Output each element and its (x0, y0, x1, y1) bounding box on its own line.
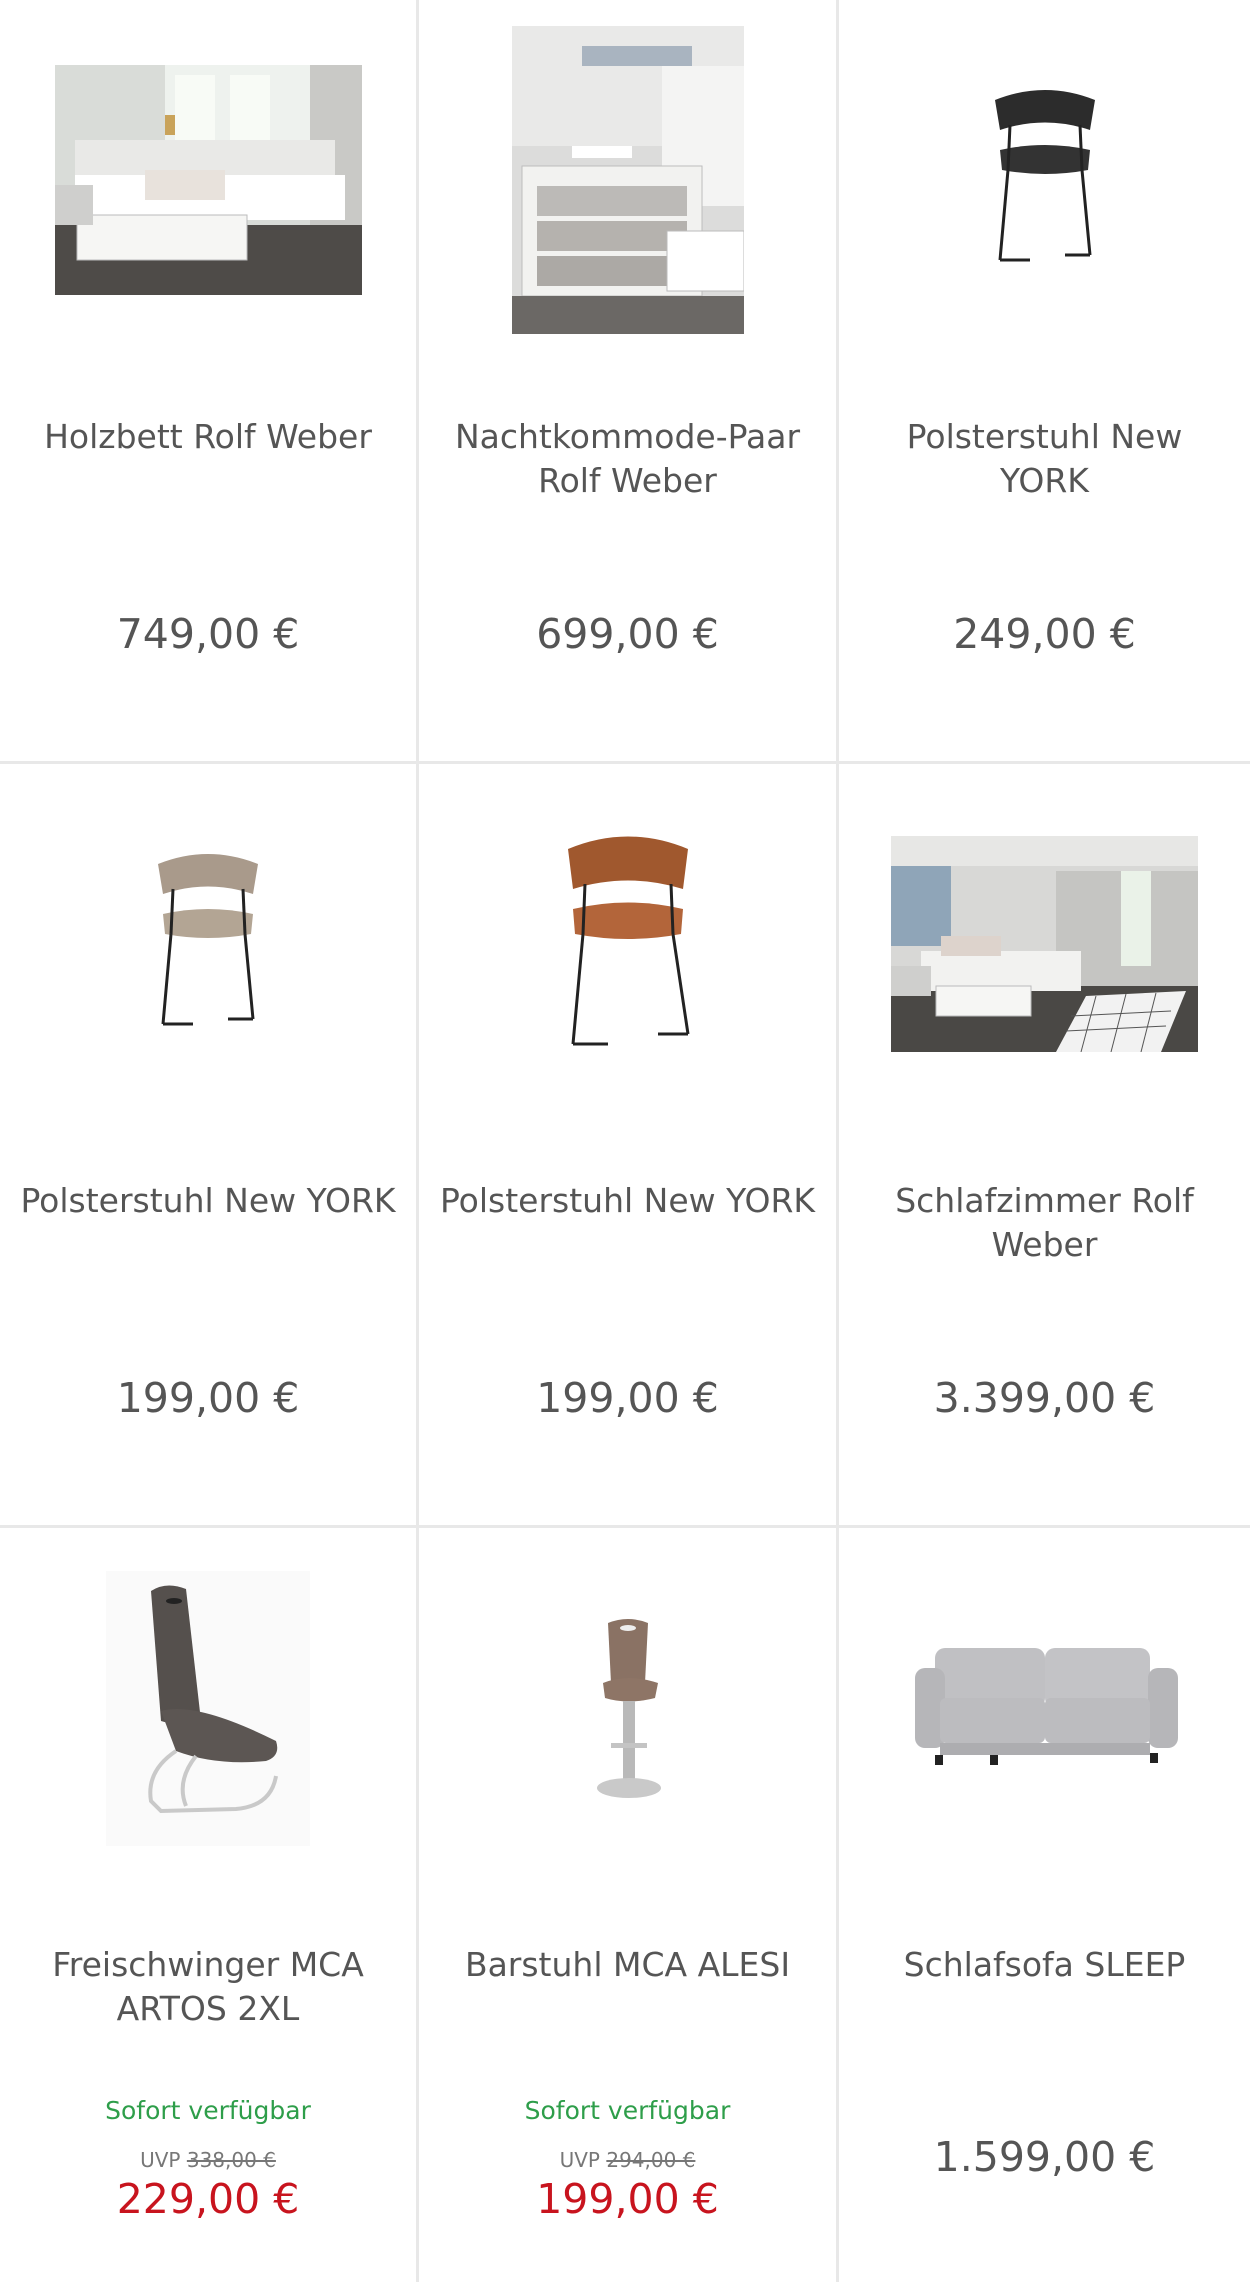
product-card[interactable]: Polsterstuhl New YORK 199,00 € (419, 764, 839, 1528)
product-price: 249,00 € (953, 610, 1136, 658)
beige-chair-photo[interactable] (133, 844, 283, 1044)
bedroom-photo[interactable] (891, 836, 1198, 1052)
product-image-container (839, 764, 1250, 1124)
product-card[interactable]: Polsterstuhl New YORK 199,00 € (0, 764, 419, 1528)
availability-status: Sofort verfügbar (105, 2096, 311, 2125)
product-image-container (839, 0, 1250, 360)
product-title[interactable]: Freischwinger MCA ARTOS 2XL (20, 1943, 396, 2031)
sale-price: 229,00 € (116, 2175, 300, 2223)
product-card[interactable]: Polsterstuhl New YORK 249,00 € (839, 0, 1250, 764)
product-title[interactable]: Nachtkommode-Paar Rolf Weber (439, 415, 816, 503)
product-card[interactable]: Schlafzimmer Rolf Weber 3.399,00 € (839, 764, 1250, 1528)
uvp-price: 294,00 € (606, 2148, 696, 2172)
product-price: 199,00 € (116, 1374, 300, 1422)
product-price: 699,00 € (536, 610, 719, 658)
product-card[interactable]: Freischwinger MCA ARTOS 2XL Sofort verfü… (0, 1528, 419, 2282)
product-image-container (839, 1528, 1250, 1888)
availability-status: Sofort verfügbar (524, 2096, 731, 2125)
product-card[interactable]: Schlafsofa SLEEP 1.599,00 € (839, 1528, 1250, 2282)
product-card[interactable]: Nachtkommode-Paar Rolf Weber 699,00 € (419, 0, 839, 764)
product-title[interactable]: Polsterstuhl New YORK (20, 1179, 396, 1223)
nightstand-photo[interactable] (511, 26, 744, 334)
product-title[interactable]: Schlafzimmer Rolf Weber (859, 1179, 1230, 1267)
product-grid: Holzbett Rolf Weber 749,00 € Nachtkommod… (0, 0, 1250, 2282)
uvp-price: 338,00 € (186, 2148, 276, 2172)
product-price: 199,00 € (536, 1374, 719, 1422)
black-chair-photo[interactable] (970, 80, 1120, 280)
product-image-container (0, 764, 416, 1124)
product-image-container (419, 1528, 836, 1888)
uvp-label: UVP (140, 2148, 181, 2172)
product-title[interactable]: Schlafsofa SLEEP (859, 1943, 1230, 1987)
product-price: 749,00 € (116, 610, 300, 658)
cognac-chair-photo[interactable] (543, 824, 713, 1064)
product-title[interactable]: Polsterstuhl New YORK (439, 1179, 816, 1223)
product-image-container (0, 0, 416, 360)
uvp-label: UVP (559, 2148, 600, 2172)
product-price: 1.599,00 € (933, 2133, 1156, 2181)
product-card[interactable]: Holzbett Rolf Weber 749,00 € (0, 0, 419, 764)
product-card[interactable]: Barstuhl MCA ALESI Sofort verfügbar UVP … (419, 1528, 839, 2282)
product-image-container (419, 764, 836, 1124)
product-image-container (419, 0, 836, 360)
sofa-photo[interactable] (910, 1638, 1180, 1778)
product-title[interactable]: Polsterstuhl New YORK (859, 415, 1230, 503)
cantilever-chair-photo[interactable] (106, 1570, 310, 1846)
bar-stool-photo[interactable] (573, 1603, 683, 1813)
product-price: 3.399,00 € (933, 1374, 1156, 1422)
product-image-container (0, 1528, 416, 1888)
uvp-row: UVP 338,00 € (0, 2148, 416, 2172)
uvp-row: UVP 294,00 € (419, 2148, 836, 2172)
product-title[interactable]: Holzbett Rolf Weber (20, 415, 396, 459)
bed-photo[interactable] (54, 65, 362, 295)
sale-price: 199,00 € (536, 2175, 719, 2223)
product-title[interactable]: Barstuhl MCA ALESI (439, 1943, 816, 1987)
